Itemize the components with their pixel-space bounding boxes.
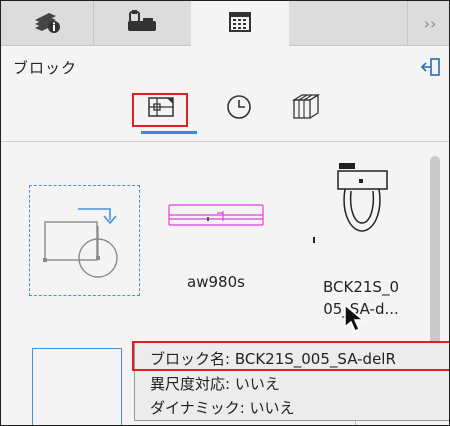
collapse-panel-icon — [420, 58, 440, 76]
tab-scanner[interactable] — [93, 1, 192, 45]
block-label: aw980s — [187, 273, 245, 291]
collapse-panel-button[interactable] — [419, 56, 441, 78]
palette-tab-bar: ›› — [1, 1, 449, 46]
selected-view-mode-highlight — [132, 93, 188, 127]
tooltip-dynamic: ダイナミック: いいえ — [150, 399, 295, 417]
tab-overflow-button[interactable]: ›› — [407, 1, 449, 45]
layers-info-icon — [32, 8, 62, 38]
scanner-icon — [125, 8, 159, 38]
chevron-double-right-icon: ›› — [423, 13, 437, 33]
tooltip-name-highlight — [132, 341, 449, 371]
divider — [1, 141, 449, 142]
view-mode-catalog-button[interactable] — [280, 87, 330, 131]
block-library-icon — [227, 10, 253, 38]
panel-title: ブロック — [13, 59, 78, 77]
block-tile-partial[interactable] — [32, 348, 122, 425]
insert-block-tile[interactable] — [29, 185, 140, 296]
tab-layers-info[interactable] — [1, 1, 94, 45]
view-mode-bar — [1, 87, 449, 135]
view-mode-recent-button[interactable] — [214, 87, 264, 131]
scrollbar[interactable] — [430, 156, 440, 346]
selected-view-mode-underline — [141, 131, 197, 134]
block-palette-panel: ›› ブロック aw980s BCK21S_0 05_SA-d... ブロック名… — [0, 0, 450, 426]
catalog-books-icon — [288, 92, 322, 126]
tooltip-annotative: 異尺度対応: いいえ — [150, 375, 280, 393]
tab-blocks[interactable] — [191, 1, 289, 46]
recent-clock-icon — [224, 92, 254, 126]
mouse-cursor-icon — [343, 303, 367, 339]
block-tile-aw980s[interactable]: aw980s — [151, 177, 281, 302]
block-label-line1: BCK21S_0 — [323, 278, 399, 296]
